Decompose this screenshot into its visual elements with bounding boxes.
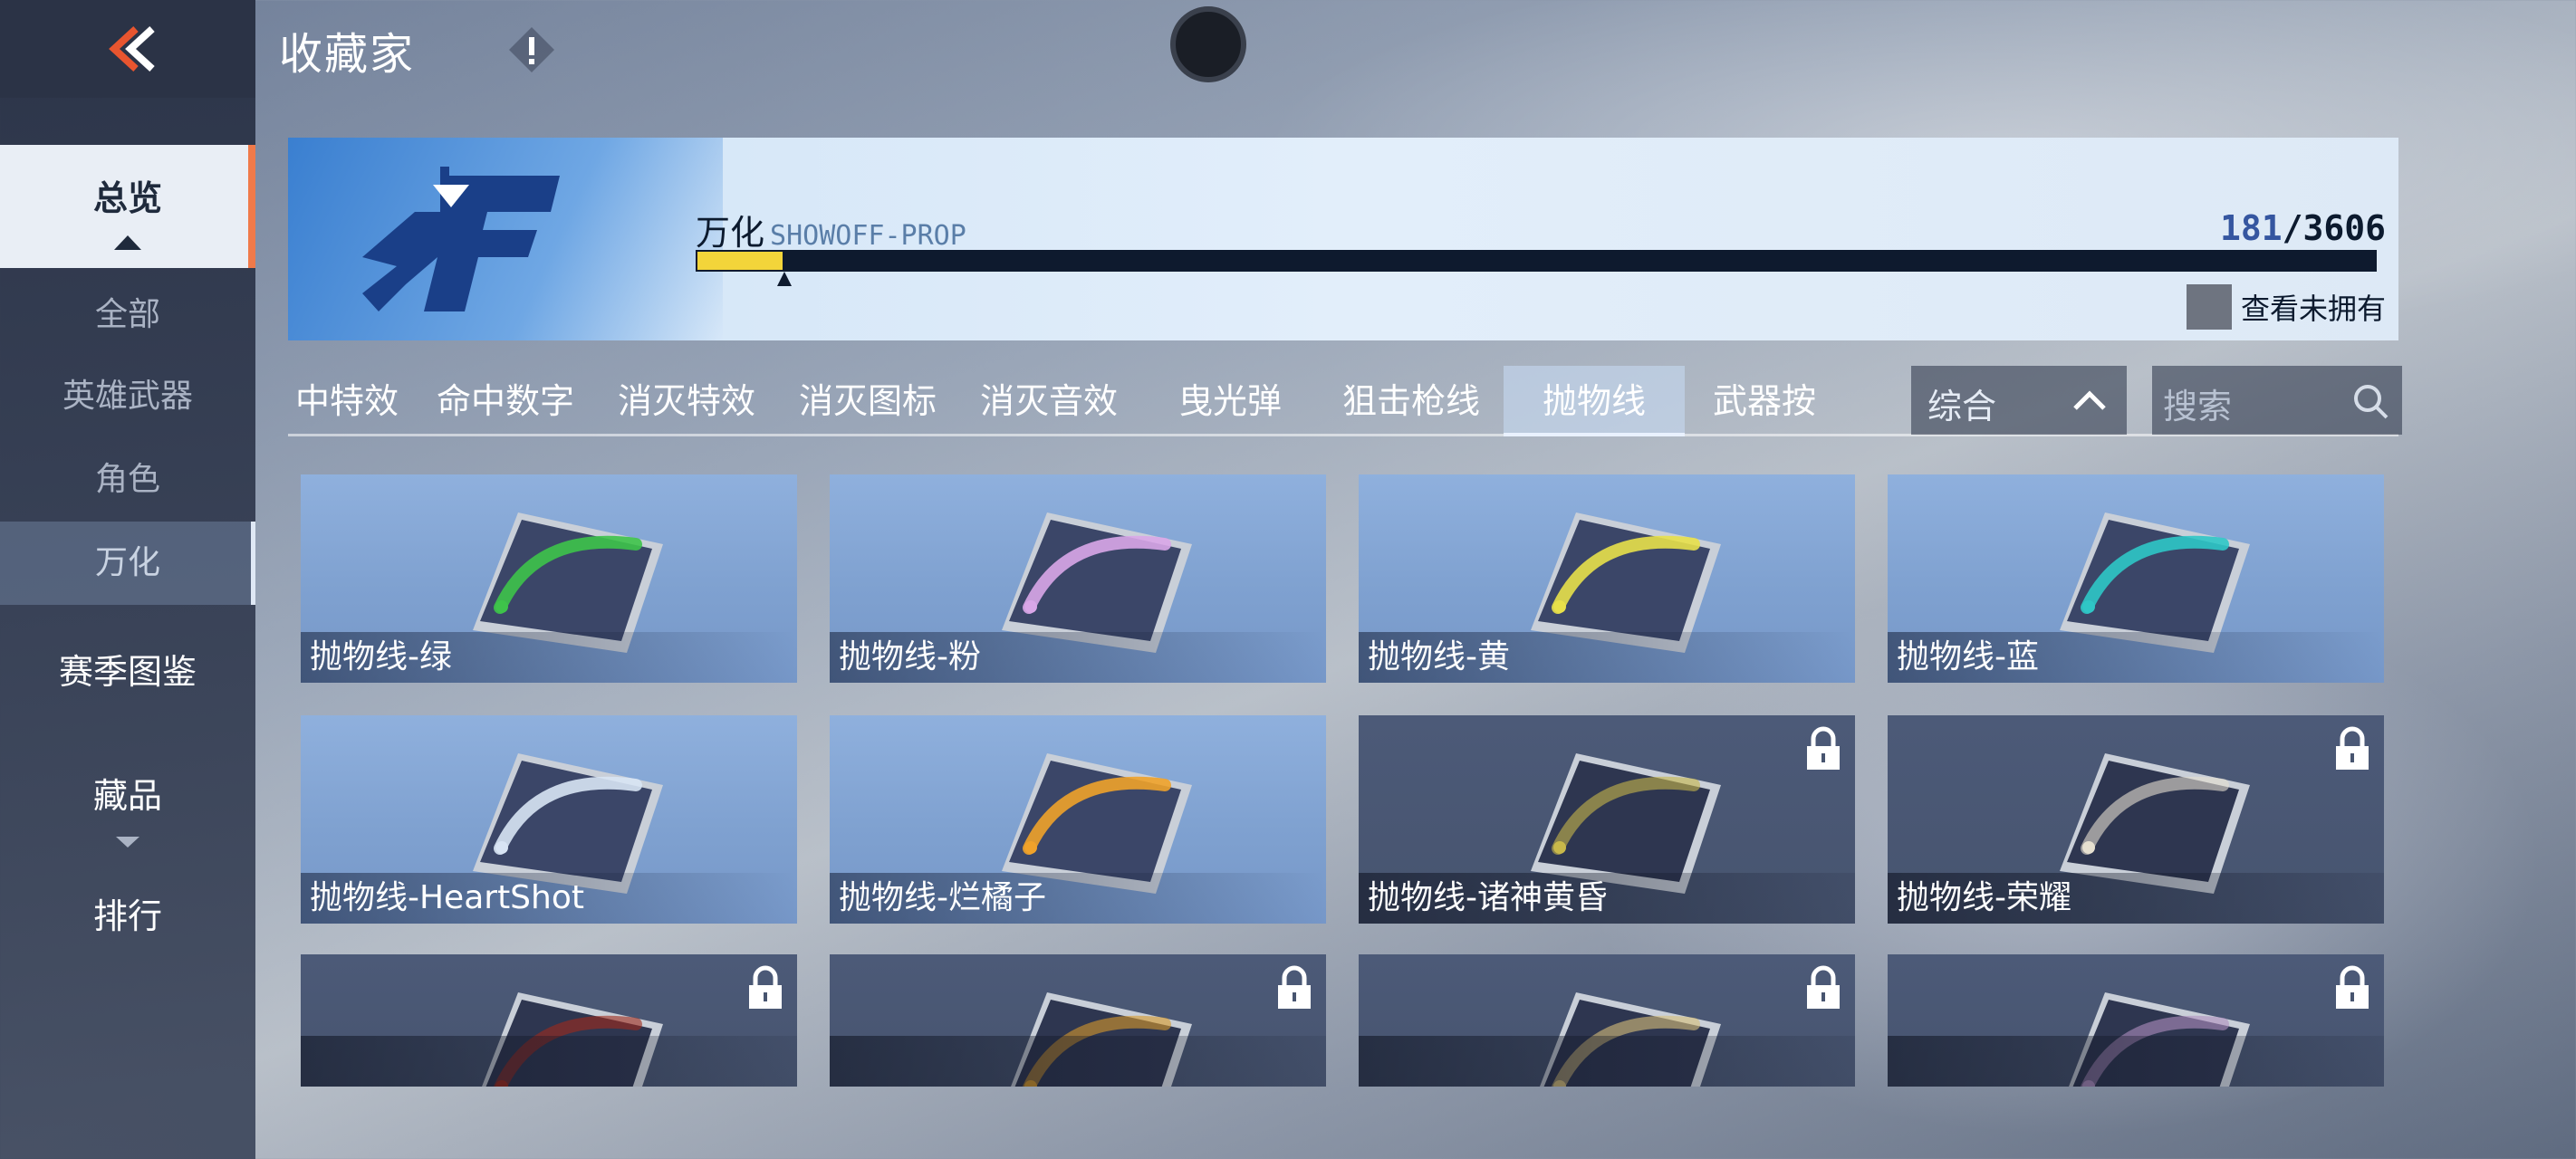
- total-count: 3606: [2302, 208, 2386, 248]
- sort-label: 综合: [1927, 387, 1997, 426]
- item-card[interactable]: [830, 954, 1326, 1087]
- sidebar-item-label: 藏品: [92, 776, 162, 816]
- sidebar-item-collectibles[interactable]: 藏品: [0, 755, 255, 848]
- sidebar-item-hero-weapons[interactable]: 英雄武器: [0, 369, 255, 424]
- chevron-back-icon: [109, 26, 155, 72]
- item-card[interactable]: 抛物线-HeartShot: [301, 715, 797, 924]
- collection-banner: 万化 SHOWOFF-PROP 181/3606 查看未拥有: [288, 138, 2398, 340]
- tab-hit-numbers[interactable]: 命中数字: [424, 366, 587, 436]
- lock-icon: [749, 965, 782, 1009]
- back-button[interactable]: [0, 0, 255, 98]
- category-tabbar: 中特效 命中数字 消灭特效 消灭图标 消灭音效 曳光弹 狙击枪线 抛物线 武器按…: [288, 366, 2402, 436]
- item-card[interactable]: [1888, 954, 2384, 1087]
- item-card-label: 抛物线-蓝: [1897, 638, 2039, 675]
- tab-sniper-line[interactable]: 狙击枪线: [1330, 366, 1493, 436]
- item-card[interactable]: [301, 954, 797, 1087]
- chevron-down-icon: [116, 837, 139, 848]
- item-card-label: 抛物线-诸神黄昏: [1368, 879, 1608, 916]
- info-button[interactable]: [507, 25, 556, 74]
- item-card-label: 抛物线-HeartShot: [310, 879, 584, 916]
- card-label-backdrop: [1359, 1036, 1855, 1087]
- banner-sublabel: SHOWOFF-PROP: [770, 220, 966, 252]
- collection-progress-bar: [696, 250, 2377, 272]
- sidebar-item-label: 总览: [92, 178, 162, 218]
- lock-icon: [1807, 726, 1840, 770]
- item-card[interactable]: 抛物线-绿: [301, 474, 797, 683]
- sidebar-item-wanhua[interactable]: 万化: [0, 522, 255, 605]
- cf-logo-icon: [362, 167, 560, 311]
- item-card-label: 抛物线-烂橘子: [839, 879, 1046, 916]
- tab-tracer[interactable]: 曳光弹: [1158, 366, 1302, 436]
- search-input[interactable]: 搜索: [2152, 366, 2402, 435]
- owned-count: 181: [2219, 208, 2283, 248]
- tab-kill-sound[interactable]: 消灭音效: [967, 366, 1130, 436]
- count-separator: /: [2282, 208, 2303, 248]
- search-icon: [2354, 385, 2389, 419]
- item-card[interactable]: 抛物线-粉: [830, 474, 1326, 683]
- chevron-up-icon: [2073, 390, 2106, 410]
- sidebar-item-ranking[interactable]: 排行: [0, 880, 255, 953]
- checkbox[interactable]: [2186, 284, 2232, 330]
- camera-cutout: [1170, 6, 1246, 82]
- lock-icon: [2336, 965, 2369, 1009]
- sort-dropdown[interactable]: 综合: [1911, 366, 2127, 435]
- card-label-backdrop: [1888, 1036, 2384, 1087]
- lock-icon: [2336, 726, 2369, 770]
- sidebar-item-all[interactable]: 全部: [0, 288, 255, 342]
- item-card-label: 抛物线-绿: [310, 638, 452, 675]
- item-card[interactable]: 抛物线-黄: [1359, 474, 1855, 683]
- item-card[interactable]: 抛物线-蓝: [1888, 474, 2384, 683]
- item-card[interactable]: [1359, 954, 1855, 1087]
- active-indicator: [251, 522, 255, 605]
- view-unowned-toggle[interactable]: 查看未拥有: [2186, 284, 2386, 330]
- tab-kill-icon[interactable]: 消灭图标: [786, 366, 949, 436]
- tab-kill-effect[interactable]: 消灭特效: [605, 366, 768, 436]
- card-label-backdrop: [301, 1036, 797, 1087]
- item-card-label: 抛物线-粉: [839, 638, 981, 675]
- exclamation-icon: [509, 27, 554, 72]
- tab-label: 抛物线: [1542, 381, 1646, 421]
- collection-count: 181/3606: [2220, 208, 2386, 248]
- active-tab-indicator: [1504, 433, 1685, 436]
- item-card[interactable]: 抛物线-诸神黄昏: [1359, 715, 1855, 924]
- sidebar-item-label: 万化: [94, 544, 160, 581]
- banner-title: 万化 SHOWOFF-PROP: [696, 205, 966, 254]
- banner-label: 万化: [696, 213, 765, 253]
- item-card[interactable]: 抛物线-烂橘子: [830, 715, 1326, 924]
- sidebar-item-season-catalog[interactable]: 赛季图鉴: [0, 636, 255, 708]
- card-label-backdrop: [830, 1036, 1326, 1087]
- search-placeholder: 搜索: [2163, 387, 2233, 426]
- sidebar: 总览 全部 英雄武器 角色 万化 赛季图鉴 藏品 排行: [0, 98, 255, 1159]
- item-card-label: 抛物线-黄: [1368, 638, 1510, 675]
- active-indicator: [248, 145, 255, 268]
- item-card-label: 抛物线-荣耀: [1897, 879, 2071, 916]
- progress-fill: [696, 250, 784, 272]
- page-title: 收藏家: [279, 29, 416, 80]
- sidebar-item-characters[interactable]: 角色: [0, 453, 255, 507]
- item-card[interactable]: 抛物线-荣耀: [1888, 715, 2384, 924]
- chevron-up-icon: [114, 235, 141, 250]
- lock-icon: [1278, 965, 1311, 1009]
- sidebar-item-overview[interactable]: 总览: [0, 145, 255, 268]
- tab-hit-effect[interactable]: 中特效: [288, 366, 406, 436]
- tab-parabola[interactable]: 抛物线: [1504, 366, 1685, 436]
- lock-icon: [1807, 965, 1840, 1009]
- view-unowned-label: 查看未拥有: [2240, 292, 2386, 326]
- tab-weapon-button[interactable]: 武器按: [1701, 366, 1828, 436]
- progress-marker-icon: [777, 272, 792, 286]
